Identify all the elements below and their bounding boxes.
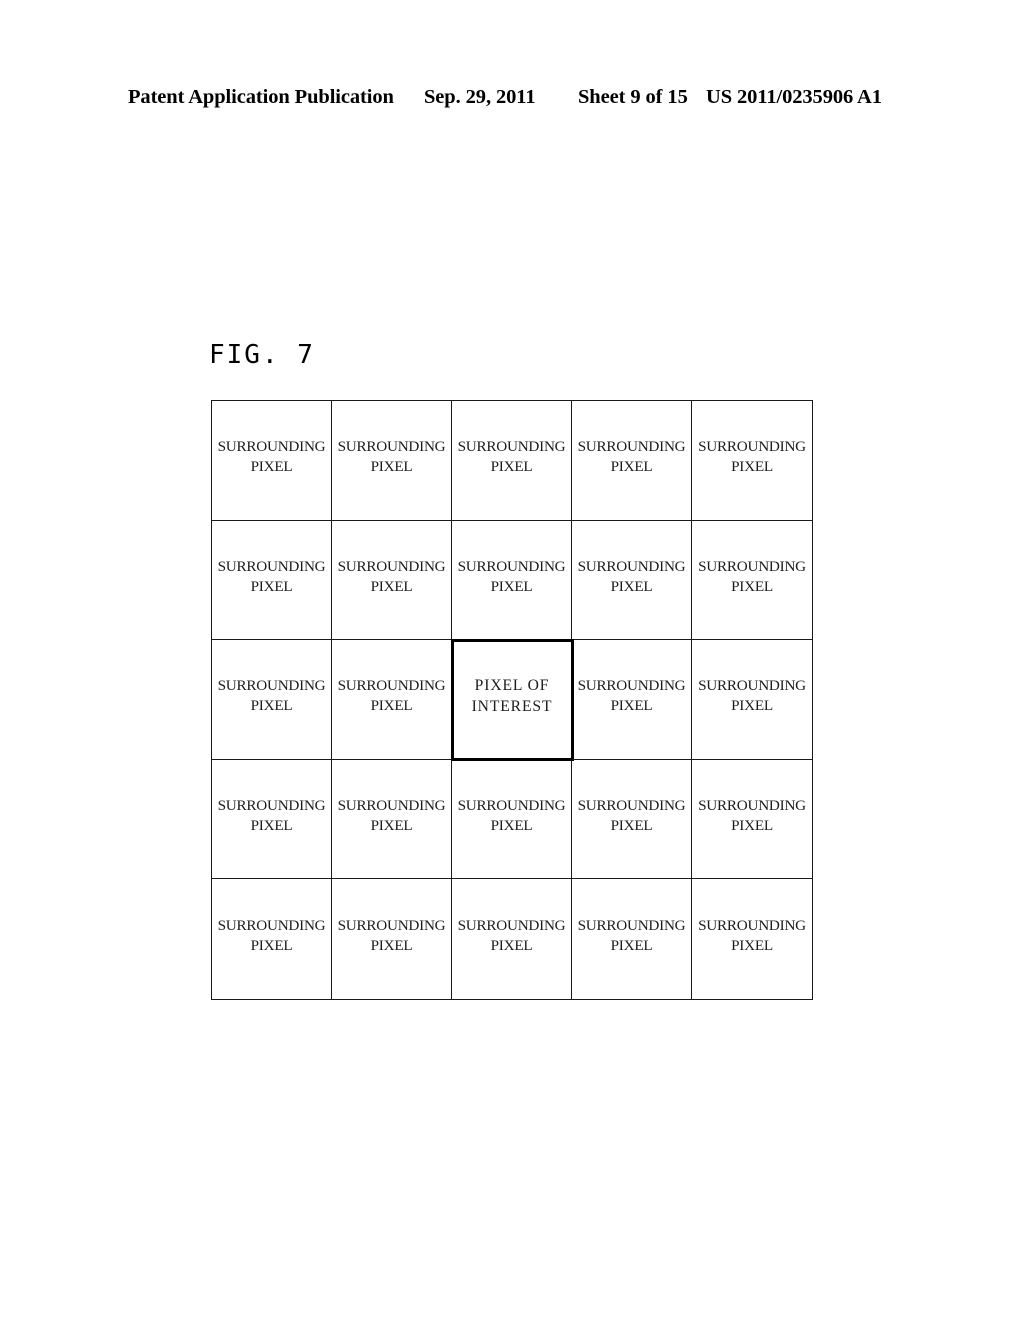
cell-label: SURROUNDING PIXEL xyxy=(698,438,806,476)
cell-label: SURROUNDING PIXEL xyxy=(457,438,566,476)
surrounding-pixel-cell: SURROUNDING PIXEL xyxy=(452,520,572,641)
cell-label: SURROUNDING PIXEL xyxy=(457,557,566,595)
surrounding-pixel-cell: SURROUNDING PIXEL xyxy=(572,879,692,999)
surrounding-pixel-cell: SURROUNDING PIXEL xyxy=(452,759,572,880)
cell-label: SURROUNDING PIXEL xyxy=(217,677,326,715)
surrounding-pixel-cell: SURROUNDING PIXEL xyxy=(572,401,692,521)
cell-label: SURROUNDING PIXEL xyxy=(217,917,326,955)
header-sheet-number: Sheet 9 of 15 xyxy=(578,86,688,108)
pixel-neighborhood-grid: SURROUNDING PIXEL SURROUNDING PIXEL SURROU… xyxy=(211,400,813,1000)
cell-label: SURROUNDING PIXEL xyxy=(337,438,446,476)
page-running-header: Patent Application Publication Sep. 29, … xyxy=(0,86,1024,112)
cell-label: SURROUNDING PIXEL xyxy=(698,677,806,715)
surrounding-pixel-cell: SURROUNDING PIXEL xyxy=(692,760,812,880)
surrounding-pixel-cell: SURROUNDING PIXEL xyxy=(692,521,812,641)
cell-label: SURROUNDING PIXEL xyxy=(577,677,686,715)
cell-label: SURROUNDING PIXEL xyxy=(698,797,806,835)
cell-label: SURROUNDING PIXEL xyxy=(337,557,446,595)
surrounding-pixel-cell: SURROUNDING PIXEL xyxy=(692,879,812,999)
surrounding-pixel-cell: SURROUNDING PIXEL xyxy=(572,520,692,641)
cell-label: SURROUNDING PIXEL xyxy=(337,677,446,715)
cell-label: PIXEL OF INTEREST xyxy=(471,677,553,715)
cell-label: SURROUNDING PIXEL xyxy=(457,917,566,955)
cell-label: SURROUNDING PIXEL xyxy=(577,438,686,476)
surrounding-pixel-cell: SURROUNDING PIXEL xyxy=(332,401,452,521)
surrounding-pixel-cell: SURROUNDING PIXEL xyxy=(692,640,812,760)
cell-label: SURROUNDING PIXEL xyxy=(337,797,446,835)
surrounding-pixel-cell: SURROUNDING PIXEL xyxy=(332,640,452,760)
surrounding-pixel-cell: SURROUNDING PIXEL xyxy=(332,520,452,641)
header-publication-date: Sep. 29, 2011 xyxy=(424,86,536,108)
cell-label: SURROUNDING PIXEL xyxy=(577,797,686,835)
surrounding-pixel-cell: SURROUNDING PIXEL xyxy=(212,401,332,521)
header-publication-title: Patent Application Publication xyxy=(128,86,394,108)
surrounding-pixel-cell: SURROUNDING PIXEL xyxy=(332,879,452,999)
surrounding-pixel-cell: SURROUNDING PIXEL xyxy=(332,759,452,880)
cell-label: SURROUNDING PIXEL xyxy=(217,557,326,595)
surrounding-pixel-cell: SURROUNDING PIXEL xyxy=(572,759,692,880)
cell-label: SURROUNDING PIXEL xyxy=(217,438,326,476)
surrounding-pixel-cell: SURROUNDING PIXEL xyxy=(212,520,332,641)
surrounding-pixel-cell: SURROUNDING PIXEL xyxy=(692,401,812,521)
cell-label: SURROUNDING PIXEL xyxy=(457,797,566,835)
cell-label: SURROUNDING PIXEL xyxy=(337,917,446,955)
header-patent-number: US 2011/0235906 A1 xyxy=(706,86,882,108)
figure-label: FIG. 7 xyxy=(209,340,315,370)
cell-label: SURROUNDING PIXEL xyxy=(577,917,686,955)
cell-label: SURROUNDING PIXEL xyxy=(698,917,806,955)
surrounding-pixel-cell: SURROUNDING PIXEL xyxy=(212,759,332,880)
surrounding-pixel-cell: SURROUNDING PIXEL xyxy=(452,401,572,521)
surrounding-pixel-cell: SURROUNDING PIXEL xyxy=(212,879,332,999)
surrounding-pixel-cell: SURROUNDING PIXEL xyxy=(572,640,692,760)
cell-label: SURROUNDING PIXEL xyxy=(577,557,686,595)
cell-label: SURROUNDING PIXEL xyxy=(698,557,806,595)
surrounding-pixel-cell: SURROUNDING PIXEL xyxy=(212,640,332,760)
pixel-of-interest-cell: PIXEL OF INTEREST xyxy=(450,638,574,762)
surrounding-pixel-cell: SURROUNDING PIXEL xyxy=(452,879,572,999)
cell-label: SURROUNDING PIXEL xyxy=(217,797,326,835)
